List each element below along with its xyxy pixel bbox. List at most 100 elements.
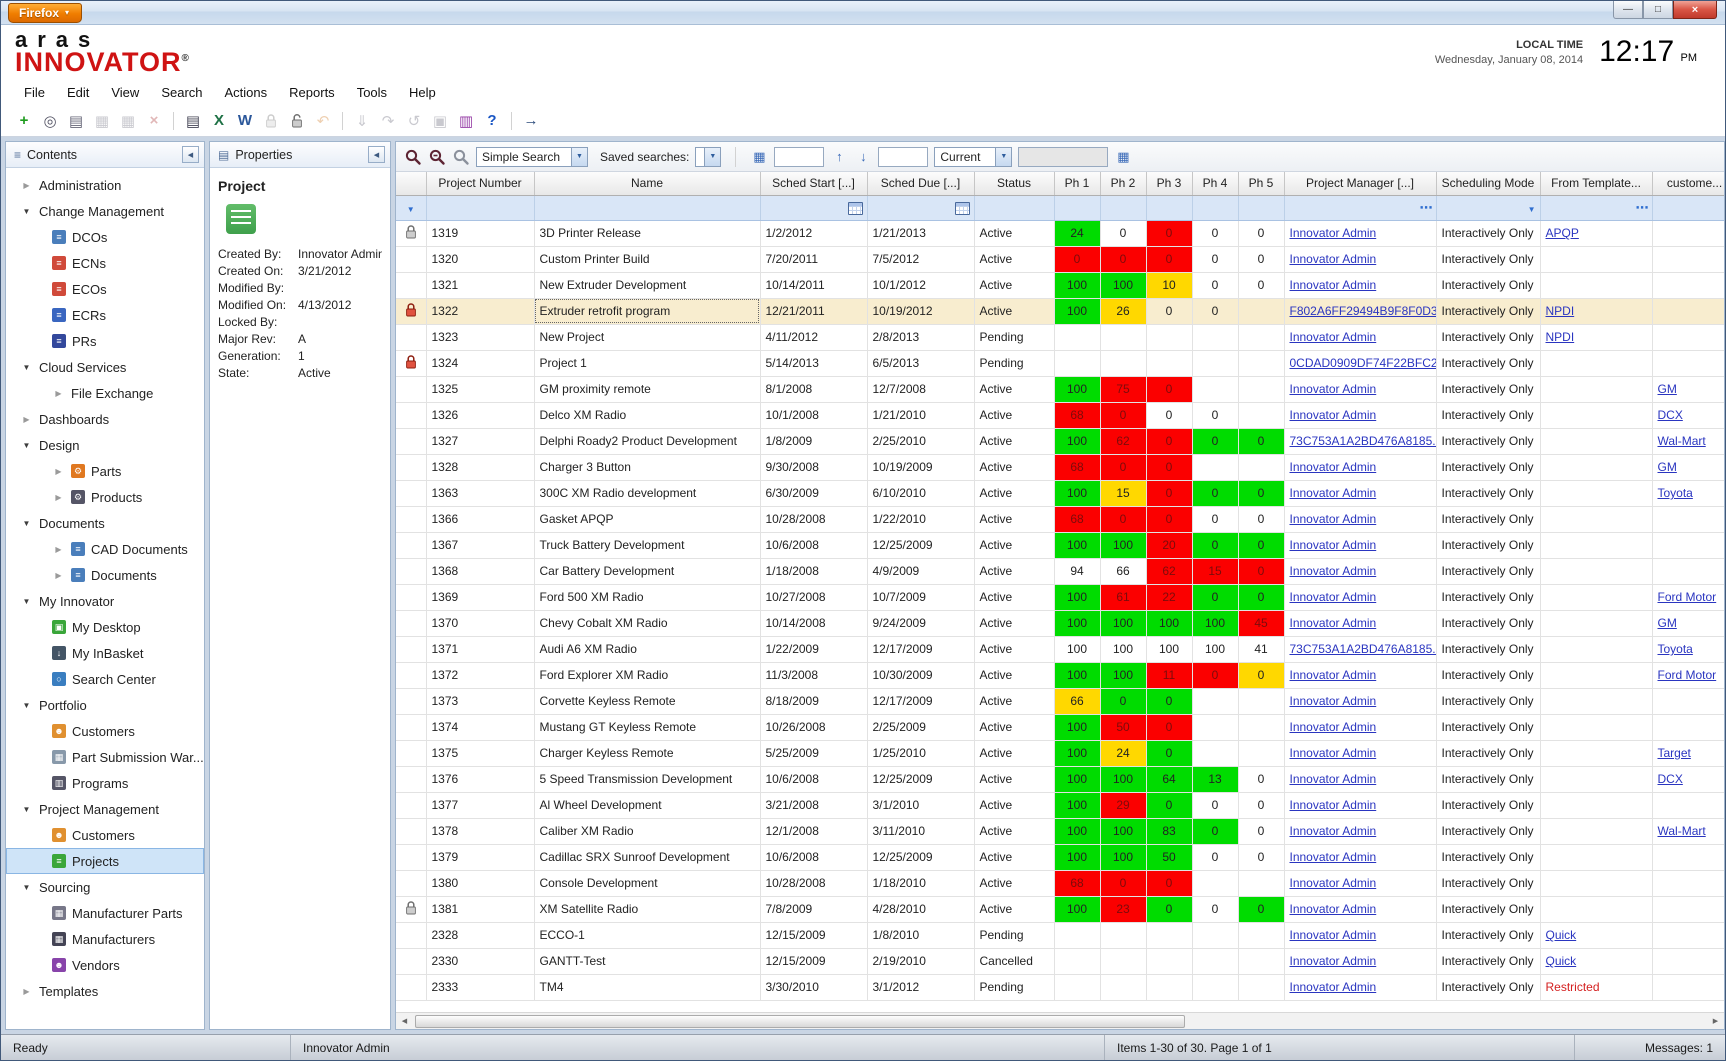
sidebar-item-ecos[interactable]: ≡ECOs xyxy=(6,276,204,302)
toggle-search-icon[interactable] xyxy=(452,148,470,166)
table-row[interactable]: 1327Delphi Roady2 Product Development1/8… xyxy=(396,428,1724,454)
table-row[interactable]: 1381XM Satellite Radio7/8/20094/28/2010A… xyxy=(396,896,1724,922)
column-header-status[interactable]: Status xyxy=(974,172,1054,195)
horizontal-scrollbar[interactable]: ◀ ▶ xyxy=(396,1012,1724,1029)
project-manager-link[interactable]: Innovator Admin xyxy=(1290,226,1377,240)
filter-cell[interactable]: ⋯ xyxy=(1540,195,1652,220)
sidebar-item-manufacturer-parts[interactable]: ▦Manufacturer Parts xyxy=(6,900,204,926)
sidebar-item-customers[interactable]: ☻Customers xyxy=(6,822,204,848)
sidebar-item-ecns[interactable]: ≡ECNs xyxy=(6,250,204,276)
project-manager-link[interactable]: F802A6FF29494B9F8F0D3... xyxy=(1290,304,1437,318)
customer-link[interactable]: Target xyxy=(1658,746,1691,760)
project-manager-link[interactable]: Innovator Admin xyxy=(1290,512,1377,526)
filter-cell[interactable] xyxy=(760,195,867,220)
table-row[interactable]: 1380Console Development10/28/20081/18/20… xyxy=(396,870,1724,896)
sidebar-item-ecrs[interactable]: ≡ECRs xyxy=(6,302,204,328)
sidebar-item-my-inbasket[interactable]: ↓My InBasket xyxy=(6,640,204,666)
filter-cell[interactable] xyxy=(1238,195,1284,220)
logout-icon[interactable]: → xyxy=(518,109,544,133)
sidebar-item-dcos[interactable]: ≡DCOs xyxy=(6,224,204,250)
sidebar-item-prs[interactable]: ≡PRs xyxy=(6,328,204,354)
from-template-picker-icon[interactable]: ⋯ xyxy=(1636,200,1648,215)
column-header-sched-due[interactable]: Sched Due [...] xyxy=(867,172,974,195)
collapse-arrow-icon[interactable]: ▼ xyxy=(20,883,33,892)
table-row[interactable]: 13193D Printer Release1/2/20121/21/2013A… xyxy=(396,220,1724,246)
saved-searches-select[interactable]: ▼ xyxy=(695,147,721,167)
customer-link[interactable]: Ford Motor xyxy=(1658,590,1717,604)
collapse-arrow-icon[interactable]: ▼ xyxy=(20,597,33,606)
column-header-project-manager[interactable]: Project Manager [...] xyxy=(1284,172,1436,195)
table-row[interactable]: 1324Project 15/14/20136/5/2013Pending0CD… xyxy=(396,350,1724,376)
new-item-icon[interactable]: + xyxy=(11,109,37,133)
run-search-icon[interactable] xyxy=(404,148,422,166)
from-template-link[interactable]: Quick xyxy=(1546,928,1577,942)
print-icon[interactable]: ▤ xyxy=(180,109,206,133)
scroll-right-icon[interactable]: ▶ xyxy=(1707,1013,1724,1029)
menu-reports[interactable]: Reports xyxy=(278,81,346,104)
column-header-ph-3[interactable]: Ph 3 xyxy=(1146,172,1192,195)
column-header-ph-5[interactable]: Ph 5 xyxy=(1238,172,1284,195)
sidebar-item-vendors[interactable]: ☻Vendors xyxy=(6,952,204,978)
project-manager-picker-icon[interactable]: ⋯ xyxy=(1420,200,1432,215)
customer-link[interactable]: Toyota xyxy=(1658,642,1693,656)
sidebar-item-templates[interactable]: ▶Templates xyxy=(6,978,204,1004)
project-manager-link[interactable]: Innovator Admin xyxy=(1290,590,1377,604)
sidebar-item-parts[interactable]: ▶⚙Parts xyxy=(6,458,204,484)
customer-link[interactable]: GM xyxy=(1658,616,1677,630)
search-items-icon[interactable]: ◎ xyxy=(37,109,63,133)
collapse-arrow-icon[interactable]: ▼ xyxy=(20,207,33,216)
from-template-link[interactable]: NPDI xyxy=(1546,330,1575,344)
customer-link[interactable]: DCX xyxy=(1658,408,1683,422)
collapse-arrow-icon[interactable]: ▼ xyxy=(20,805,33,814)
from-template-link[interactable]: NPDI xyxy=(1546,304,1575,318)
sidebar-item-search-center[interactable]: ○Search Center xyxy=(6,666,204,692)
collapse-properties-button[interactable]: ◀ xyxy=(368,146,385,163)
menu-file[interactable]: File xyxy=(13,81,56,104)
project-manager-link[interactable]: Innovator Admin xyxy=(1290,564,1377,578)
help-icon[interactable]: ? xyxy=(479,109,505,133)
column-header-name[interactable]: Name xyxy=(534,172,760,195)
max-results-input[interactable] xyxy=(878,147,928,167)
export-word-icon[interactable]: W xyxy=(232,109,258,133)
table-options-icon[interactable]: ▦ xyxy=(1114,148,1132,166)
collapse-arrow-icon[interactable]: ▼ xyxy=(20,519,33,528)
filter-cell[interactable] xyxy=(1054,195,1100,220)
project-manager-link[interactable]: Innovator Admin xyxy=(1290,928,1377,942)
project-manager-link[interactable]: Innovator Admin xyxy=(1290,980,1377,994)
menu-actions[interactable]: Actions xyxy=(214,81,279,104)
expand-arrow-icon[interactable]: ▶ xyxy=(20,181,33,190)
table-row[interactable]: 2333TM43/30/20103/1/2012PendingInnovator… xyxy=(396,974,1724,1000)
filter-cell[interactable]: ▼ xyxy=(1436,195,1540,220)
from-template-link[interactable]: Quick xyxy=(1546,954,1577,968)
table-row[interactable]: 1363300C XM Radio development6/30/20096/… xyxy=(396,480,1724,506)
sidebar-item-products[interactable]: ▶⚙Products xyxy=(6,484,204,510)
filter-cell[interactable] xyxy=(534,195,760,220)
scroll-left-icon[interactable]: ◀ xyxy=(396,1013,413,1029)
table-row[interactable]: 1326Delco XM Radio10/1/20081/21/2010Acti… xyxy=(396,402,1724,428)
customer-link[interactable]: Wal-Mart xyxy=(1658,434,1706,448)
sidebar-item-my-desktop[interactable]: ▣My Desktop xyxy=(6,614,204,640)
table-row[interactable]: 1379Cadillac SRX Sunroof Development10/6… xyxy=(396,844,1724,870)
customer-link[interactable]: Ford Motor xyxy=(1658,668,1717,682)
expand-arrow-icon[interactable]: ▶ xyxy=(52,467,65,476)
reports-icon[interactable]: ▥ xyxy=(453,109,479,133)
sidebar-item-part-submission-war[interactable]: ▦Part Submission War... xyxy=(6,744,204,770)
customer-link[interactable]: GM xyxy=(1658,460,1677,474)
table-row[interactable]: 1369Ford 500 XM Radio10/27/200810/7/2009… xyxy=(396,584,1724,610)
project-manager-link[interactable]: Innovator Admin xyxy=(1290,720,1377,734)
column-header-scheduling-mode[interactable]: Scheduling Mode xyxy=(1436,172,1540,195)
sidebar-item-administration[interactable]: ▶Administration xyxy=(6,172,204,198)
firefox-menu-button[interactable]: Firefox ▾ xyxy=(8,3,82,23)
customer-link[interactable]: GM xyxy=(1658,382,1677,396)
table-row[interactable]: 1370Chevy Cobalt XM Radio10/14/20089/24/… xyxy=(396,610,1724,636)
sidebar-item-documents[interactable]: ▼Documents xyxy=(6,510,204,536)
project-manager-link[interactable]: Innovator Admin xyxy=(1290,746,1377,760)
project-manager-link[interactable]: 73C753A1A2BD476A8185... xyxy=(1290,434,1437,448)
collapse-arrow-icon[interactable]: ▼ xyxy=(20,701,33,710)
table-row[interactable]: 1322Extruder retrofit program12/21/20111… xyxy=(396,298,1724,324)
table-row[interactable]: 1372Ford Explorer XM Radio11/3/200810/30… xyxy=(396,662,1724,688)
collapse-contents-button[interactable]: ◀ xyxy=(182,146,199,163)
project-manager-link[interactable]: Innovator Admin xyxy=(1290,486,1377,500)
clear-search-icon[interactable] xyxy=(428,148,446,166)
table-row[interactable]: 1328Charger 3 Button9/30/200810/19/2009A… xyxy=(396,454,1724,480)
